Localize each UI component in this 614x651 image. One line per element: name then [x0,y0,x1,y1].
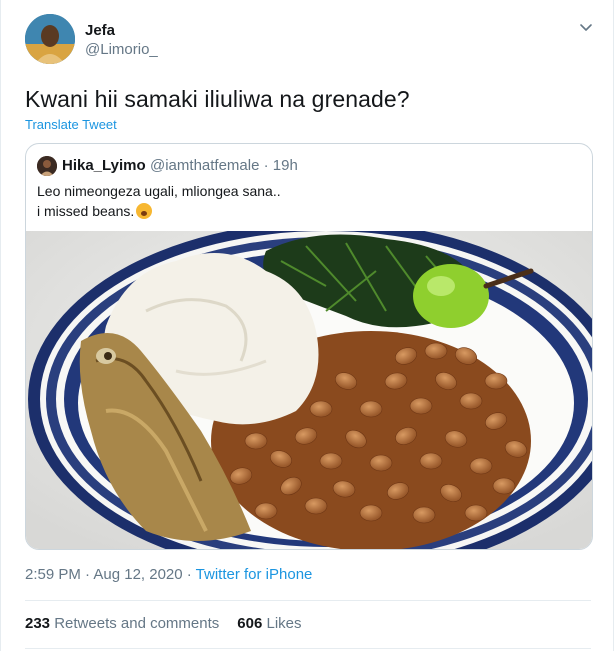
tweet-stats: 233 Retweets and comments 606 Likes [25,615,302,632]
tweet-text: Kwani hii samaki iliuliwa na grenade? [25,86,410,112]
quoted-tweet-photo[interactable] [26,221,592,549]
tweet-card: Jefa @Limorio_ Kwani hii samaki iliuliwa… [0,0,614,651]
likes-stat[interactable]: 606 Likes [237,615,301,632]
quoted-text-line-2: i missed beans. [37,201,281,221]
quoted-author-name: Hika_Lyimo [62,157,146,174]
tweet-source-link[interactable]: Twitter for iPhone [196,566,313,583]
quoted-tweet-text: Leo nimeongeza ugali, mliongea sana.. i … [37,181,281,221]
chevron-down-icon[interactable] [577,18,595,36]
divider [25,648,591,649]
author-avatar[interactable] [25,14,75,64]
retweets-count: 233 [25,615,51,632]
tweet-timestamp[interactable]: 2:59 PM · Aug 12, 2020 · [25,566,196,583]
quoted-text-line-2-text: i missed beans. [37,203,135,219]
quoted-text-line-1: Leo nimeongeza ugali, mliongea sana.. [37,183,281,199]
retweets-stat[interactable]: 233 Retweets and comments [25,615,219,632]
tweet-meta: 2:59 PM · Aug 12, 2020 · Twitter for iPh… [25,566,312,583]
likes-count: 606 [237,615,263,632]
author-name[interactable]: Jefa [85,22,115,39]
quoted-tweet[interactable]: Hika_Lyimo @iamthatfemale · 19h Leo nime… [25,143,593,550]
divider [25,600,591,601]
translate-tweet-link[interactable]: Translate Tweet [25,117,117,132]
retweets-label: Retweets and comments [54,615,220,632]
author-handle[interactable]: @Limorio_ [85,41,158,58]
likes-label: Likes [266,615,302,632]
quoted-author-handle: @iamthatfemale · 19h [150,157,298,174]
quoted-author-avatar [37,156,57,176]
face-with-open-mouth-emoji-icon [136,203,153,219]
